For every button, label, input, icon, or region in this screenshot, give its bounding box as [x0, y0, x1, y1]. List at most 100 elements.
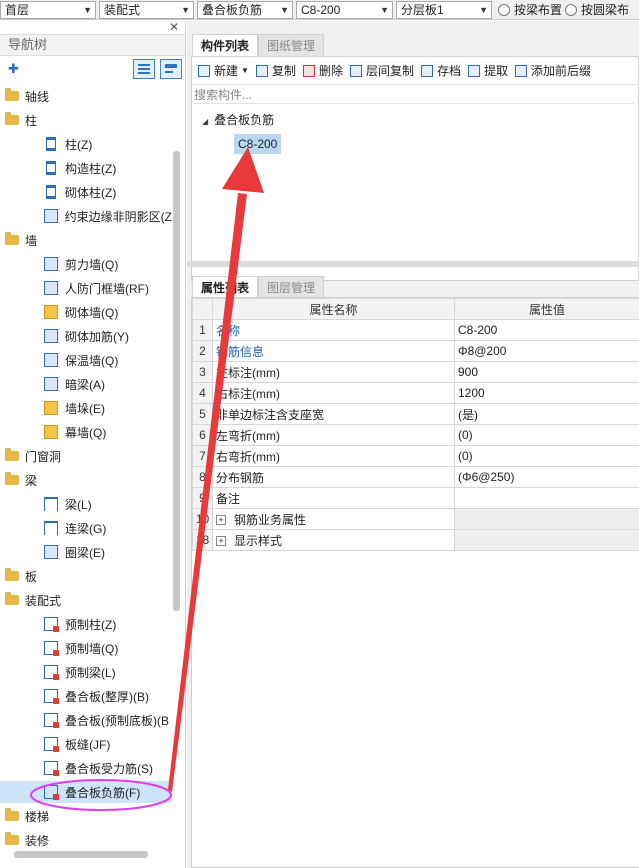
tab-component-list[interactable]: 构件列表: [192, 34, 259, 56]
nav-item[interactable]: 砌体墙(Q): [0, 301, 172, 323]
brick-icon: [44, 401, 58, 415]
vertical-scrollbar[interactable]: [173, 151, 180, 611]
copy-button[interactable]: 复制: [255, 62, 296, 79]
radio-by-beam[interactable]: 按梁布置: [498, 1, 562, 18]
add-sparkle-icon[interactable]: ✚: [8, 61, 19, 77]
property-row[interactable]: 6 左弯折(mm) (0): [192, 424, 639, 446]
expand-plus-icon[interactable]: +: [216, 515, 226, 526]
nav-item[interactable]: 预制墙(Q): [0, 637, 172, 659]
property-row[interactable]: 3 左标注(mm) 900: [192, 361, 639, 383]
property-row[interactable]: 9 备注: [192, 487, 639, 509]
nav-category[interactable]: 轴线: [0, 85, 172, 107]
nav-category[interactable]: 墙: [0, 229, 172, 251]
property-row[interactable]: 7 右弯折(mm) (0): [192, 445, 639, 467]
property-value-cell[interactable]: Φ8@200: [454, 340, 639, 362]
nav-item[interactable]: 砌体加筋(Y): [0, 325, 172, 347]
nav-category[interactable]: 门窗洞: [0, 445, 172, 467]
tab-property-list[interactable]: 属性列表: [192, 276, 259, 298]
nav-item[interactable]: 板缝(JF): [0, 733, 172, 755]
nav-item[interactable]: 叠合板(预制底板)(B: [0, 709, 172, 731]
property-value-cell[interactable]: 900: [454, 361, 639, 383]
floor-copy-button[interactable]: 层间复制: [349, 62, 414, 79]
radio-by-ring-beam[interactable]: 按圆梁布: [565, 1, 629, 18]
property-value-cell[interactable]: (0): [454, 445, 639, 467]
nav-item[interactable]: 剪力墙(Q): [0, 253, 172, 275]
nav-item[interactable]: 构造柱(Z): [0, 157, 172, 179]
nav-item-label: 保温墙(Q): [65, 353, 119, 368]
floor-dropdown[interactable]: 首层 ▼: [0, 0, 96, 19]
nav-item[interactable]: 保温墙(Q): [0, 349, 172, 371]
property-row[interactable]: 2 钢筋信息 Φ8@200: [192, 340, 639, 362]
category-dropdown[interactable]: 叠合板负筋 ▼: [197, 0, 293, 19]
component-search-input[interactable]: 搜索构件...: [194, 86, 634, 104]
property-value-cell[interactable]: (Φ6@250): [454, 466, 639, 488]
property-value-cell: [454, 529, 639, 551]
extract-button[interactable]: 提取: [468, 62, 508, 79]
nav-item[interactable]: 预制柱(Z): [0, 613, 172, 635]
nav-item[interactable]: 砌体柱(Z): [0, 181, 172, 203]
nav-item-label: 梁: [25, 473, 38, 488]
precast-icon: [44, 713, 59, 728]
property-value-cell[interactable]: 1200: [454, 382, 639, 404]
property-name-label: 右弯折(mm): [216, 449, 280, 464]
new-button[interactable]: 新建 ▼: [198, 62, 249, 79]
property-row[interactable]: 1 名称 C8-200: [192, 319, 639, 341]
nav-item[interactable]: 叠合板(整厚)(B): [0, 685, 172, 707]
nav-item[interactable]: 预制梁(L): [0, 661, 172, 683]
property-row[interactable]: 4 右标注(mm) 1200: [192, 382, 639, 404]
nav-item-label: 圈梁(E): [65, 545, 105, 560]
nav-category[interactable]: 楼梯: [0, 805, 172, 827]
nav-category[interactable]: 柱: [0, 109, 172, 131]
horizontal-scrollbar[interactable]: [14, 851, 148, 858]
component-tree-item-selected[interactable]: C8-200: [234, 134, 282, 154]
nav-item-label: 约束边缘非阴影区(Z: [64, 209, 172, 224]
property-name-cell: 名称: [212, 319, 455, 341]
nav-category[interactable]: 装配式: [0, 589, 172, 611]
tab-drawing-management[interactable]: 图纸管理: [258, 34, 325, 56]
expand-plus-icon[interactable]: +: [216, 536, 226, 547]
grid-view-button[interactable]: [160, 59, 182, 79]
nav-item[interactable]: 连梁(G): [0, 517, 172, 539]
category-dropdown-value: 叠合板负筋: [202, 3, 263, 17]
property-row[interactable]: 18 + 显示样式: [192, 529, 639, 551]
nav-item[interactable]: 约束边缘非阴影区(Z: [0, 205, 172, 227]
component-dropdown[interactable]: C8-200 ▼: [296, 0, 393, 19]
nav-item[interactable]: 墙垛(E): [0, 397, 172, 419]
nav-category[interactable]: 梁: [0, 469, 172, 491]
save-button[interactable]: 存档: [420, 62, 461, 79]
component-tree-root[interactable]: ◢ 叠合板负筋: [202, 111, 274, 128]
type-dropdown-value: 装配式: [104, 3, 141, 17]
nav-item[interactable]: 柱(Z): [0, 133, 172, 155]
property-value-cell[interactable]: [454, 487, 639, 509]
nav-item[interactable]: 梁(L): [0, 493, 172, 515]
property-row[interactable]: 8 分布钢筋 (Φ6@250): [192, 466, 639, 488]
nav-item[interactable]: 叠合板负筋(F): [0, 781, 172, 803]
chevron-down-icon: ▼: [181, 4, 190, 15]
collapse-triangle-icon[interactable]: ◢: [202, 117, 208, 126]
list-view-button[interactable]: [133, 59, 155, 79]
nav-category[interactable]: 装修: [0, 829, 172, 851]
type-dropdown[interactable]: 装配式 ▼: [99, 0, 194, 19]
nav-item[interactable]: 圈梁(E): [0, 541, 172, 563]
tab-layer-management[interactable]: 图层管理: [258, 276, 325, 298]
add-prefix-suffix-button[interactable]: 添加前后缀: [515, 62, 591, 79]
close-icon[interactable]: ✕: [169, 20, 179, 34]
property-value-cell[interactable]: (0): [454, 424, 639, 446]
nav-item[interactable]: 人防门框墙(RF): [0, 277, 172, 299]
component-tabs: 构件列表 图纸管理: [192, 34, 325, 56]
nav-item[interactable]: 暗梁(A): [0, 373, 172, 395]
property-row[interactable]: 5 非单边标注含支座宽 (是): [192, 403, 639, 425]
property-value-cell[interactable]: C8-200: [454, 319, 639, 341]
property-name-label: 分布钢筋: [216, 470, 265, 485]
nav-item[interactable]: 叠合板受力筋(S): [0, 757, 172, 779]
nav-item[interactable]: 幕墙(Q): [0, 421, 172, 443]
property-value-cell[interactable]: (是): [454, 403, 639, 425]
folder-icon: [5, 568, 19, 581]
wall-icon: [44, 353, 58, 367]
nav-category[interactable]: 板: [0, 565, 172, 587]
layer-dropdown[interactable]: 分层板1 ▼: [396, 0, 492, 19]
property-row[interactable]: 10 + 钢筋业务属性: [192, 508, 639, 530]
delete-button[interactable]: 删除: [302, 62, 343, 79]
precast-icon: [44, 785, 59, 800]
panel-splitter[interactable]: [187, 261, 639, 267]
